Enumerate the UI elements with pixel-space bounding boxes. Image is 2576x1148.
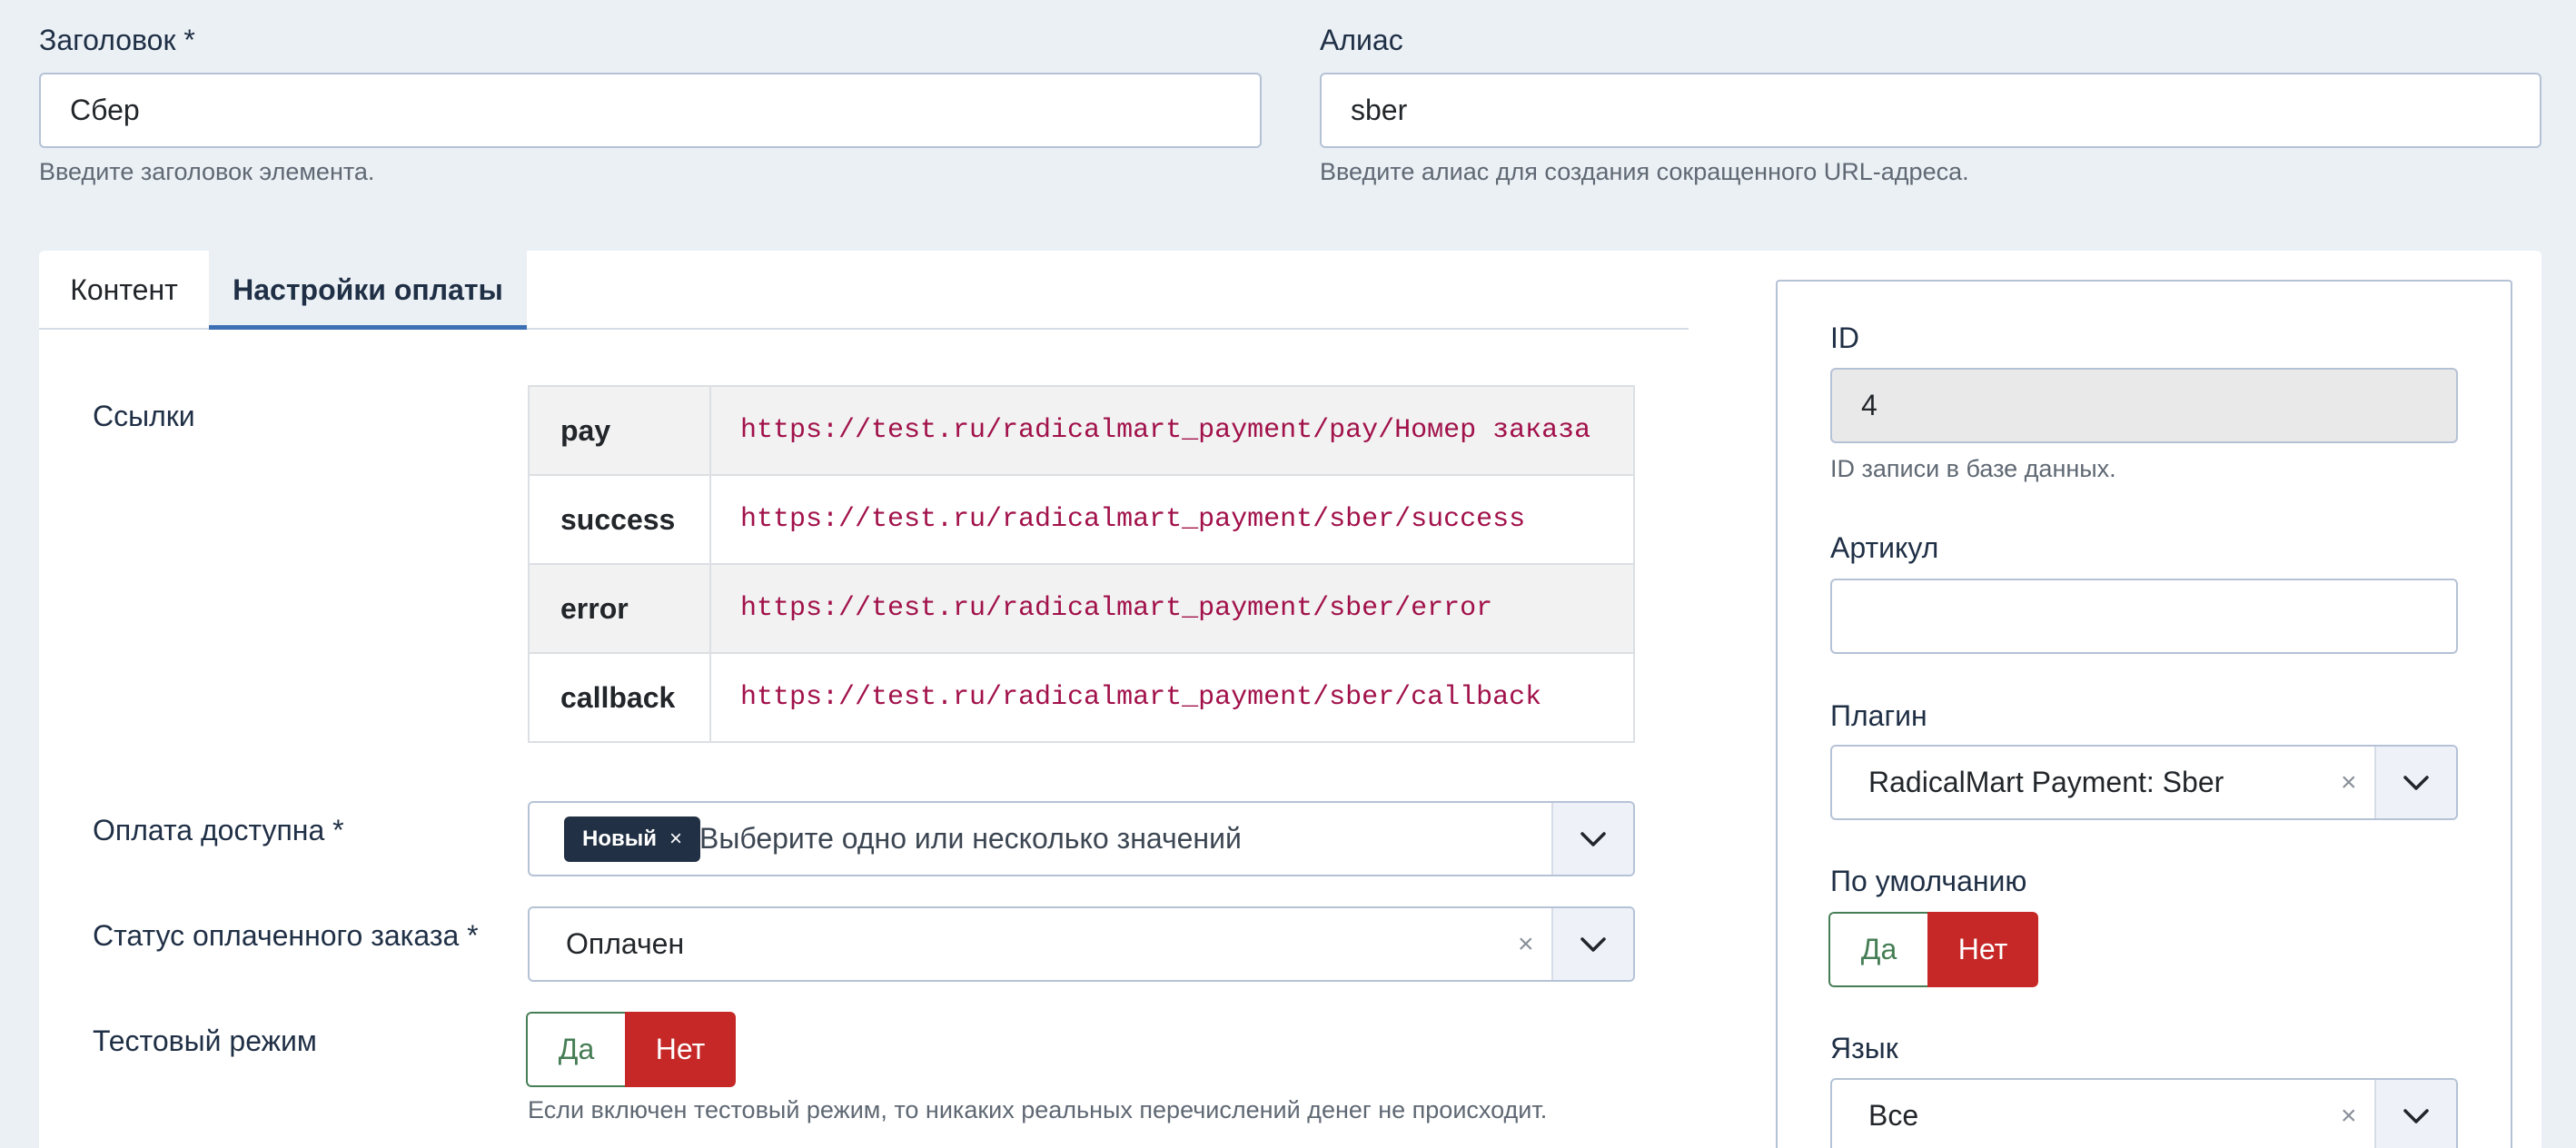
- dropdown-toggle[interactable]: [2374, 747, 2456, 818]
- test-mode-hint: Если включен тестовый режим, то никаких …: [528, 1096, 1548, 1123]
- chip-remove-icon[interactable]: ×: [669, 826, 682, 851]
- test-mode-label: Тестовый режим: [93, 1024, 317, 1057]
- tab-bar: Контент Настройки оплаты: [39, 251, 1689, 330]
- test-mode-switch[interactable]: Да Нет: [526, 1012, 736, 1087]
- plugin-select[interactable]: RadicalMart Payment: Sber ×: [1830, 745, 2458, 820]
- title-label: Заголовок *: [39, 24, 195, 56]
- table-row: callback https://test.ru/radicalmart_pay…: [528, 652, 1635, 743]
- id-label: ID: [1830, 322, 1859, 354]
- sku-label: Артикул: [1830, 531, 1939, 564]
- dropdown-toggle[interactable]: [2374, 1080, 2456, 1148]
- paid-status-label: Статус оплаченного заказа *: [93, 919, 479, 952]
- default-yes[interactable]: Да: [1828, 912, 1927, 987]
- links-table: pay https://test.ru/radicalmart_payment/…: [528, 385, 1635, 743]
- link-url: https://test.ru/radicalmart_payment/sber…: [709, 652, 1635, 743]
- id-hint: ID записи в базе данных.: [1830, 455, 2116, 482]
- chevron-down-icon: [1580, 936, 1606, 952]
- default-label: По умолчанию: [1830, 865, 2027, 897]
- link-url: https://test.ru/radicalmart_payment/sber…: [709, 474, 1635, 565]
- language-value: Все: [1868, 1099, 1919, 1132]
- alias-label: Алиас: [1320, 24, 1403, 56]
- clear-icon[interactable]: ×: [2341, 1080, 2357, 1148]
- id-input: 4: [1830, 368, 2458, 443]
- clear-icon[interactable]: ×: [1518, 908, 1534, 980]
- test-mode-no[interactable]: Нет: [625, 1012, 736, 1087]
- alias-hint: Введите алиас для создания сокращенного …: [1320, 158, 1969, 185]
- default-no[interactable]: Нет: [1927, 912, 2038, 987]
- table-row: pay https://test.ru/radicalmart_payment/…: [528, 385, 1635, 476]
- chevron-down-icon: [1580, 831, 1606, 846]
- default-switch[interactable]: Да Нет: [1828, 912, 2038, 987]
- plugin-label: Плагин: [1830, 699, 1927, 732]
- tab-content[interactable]: Контент: [39, 251, 209, 330]
- chevron-down-icon: [2403, 775, 2429, 790]
- paid-status-value: Оплачен: [566, 927, 685, 960]
- sku-input[interactable]: [1830, 579, 2458, 654]
- paid-status-select[interactable]: Оплачен ×: [528, 906, 1635, 982]
- tab-payment-settings[interactable]: Настройки оплаты: [209, 251, 527, 330]
- link-key: pay: [528, 385, 711, 476]
- language-label: Язык: [1830, 1032, 1898, 1064]
- dropdown-toggle[interactable]: [1551, 803, 1633, 875]
- chevron-down-icon: [2403, 1108, 2429, 1123]
- plugin-value: RadicalMart Payment: Sber: [1868, 766, 2224, 798]
- link-url: https://test.ru/radicalmart_payment/pay/…: [709, 385, 1635, 476]
- chip-label: Новый: [582, 826, 657, 851]
- language-select[interactable]: Все ×: [1830, 1078, 2458, 1148]
- test-mode-yes[interactable]: Да: [526, 1012, 625, 1087]
- title-hint: Введите заголовок элемента.: [39, 158, 375, 185]
- links-label: Ссылки: [93, 400, 195, 432]
- payment-available-label: Оплата доступна *: [93, 814, 344, 846]
- selected-chip: Новый ×: [564, 816, 701, 862]
- table-row: error https://test.ru/radicalmart_paymen…: [528, 563, 1635, 654]
- payment-available-select[interactable]: Новый × Выберите одно или несколько значе…: [528, 801, 1635, 876]
- link-key: success: [528, 474, 711, 565]
- dropdown-toggle[interactable]: [1551, 908, 1633, 980]
- alias-input[interactable]: sber: [1320, 73, 2541, 148]
- clear-icon[interactable]: ×: [2341, 747, 2357, 818]
- link-key: callback: [528, 652, 711, 743]
- title-input[interactable]: Сбер: [39, 73, 1262, 148]
- link-url: https://test.ru/radicalmart_payment/sber…: [709, 563, 1635, 654]
- link-key: error: [528, 563, 711, 654]
- table-row: success https://test.ru/radicalmart_paym…: [528, 474, 1635, 565]
- payment-available-placeholder: Выберите одно или несколько значений: [699, 822, 1242, 855]
